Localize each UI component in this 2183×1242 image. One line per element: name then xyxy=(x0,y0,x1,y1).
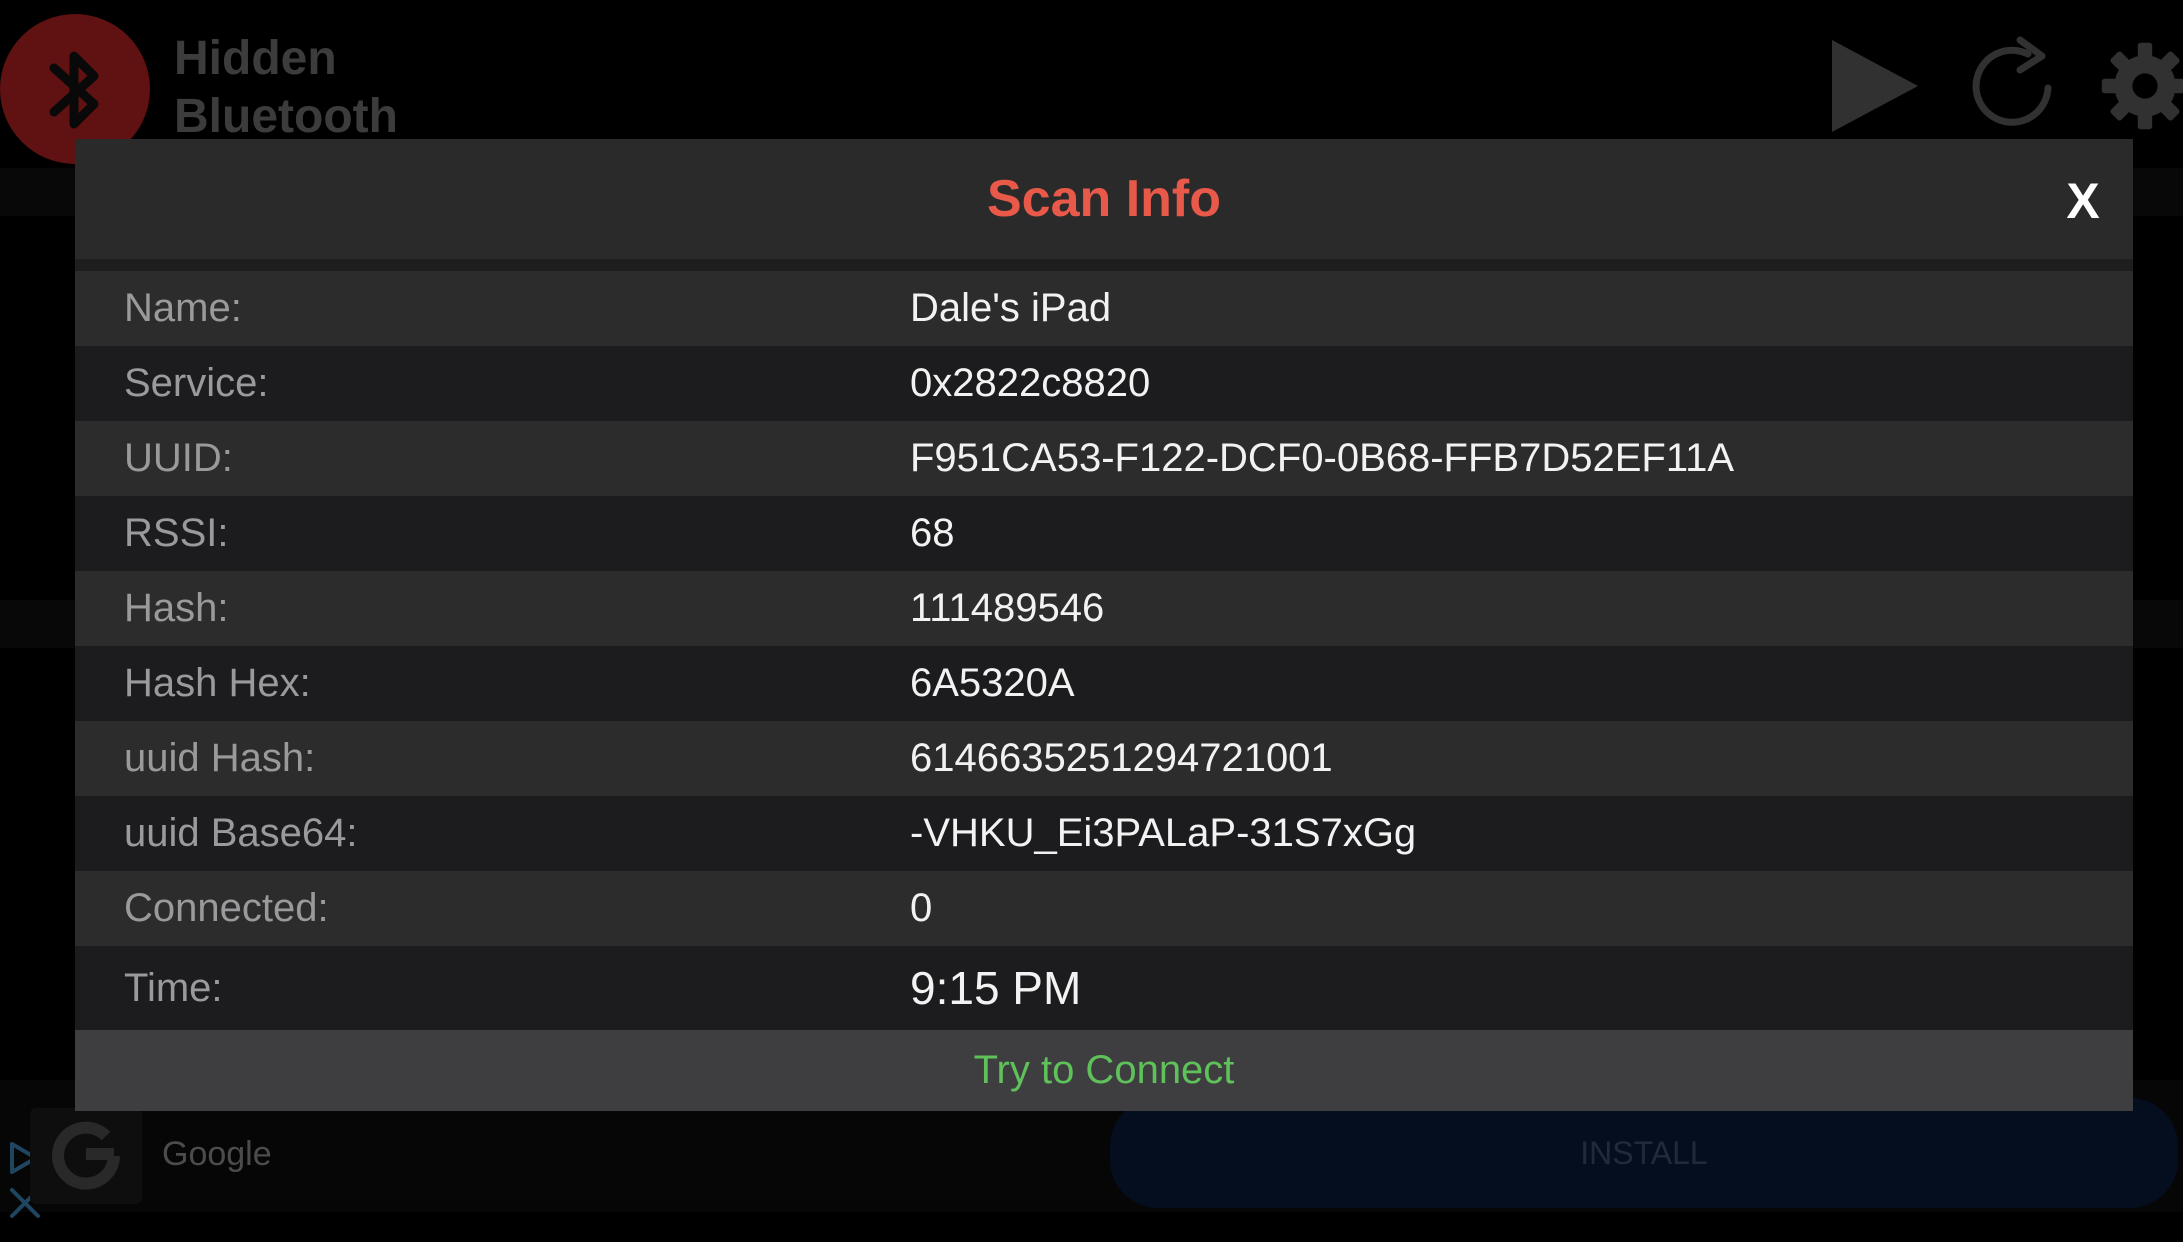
info-value: -VHKU_Ei3PALaP-31S7xGg xyxy=(910,811,1417,855)
info-label: Connected: xyxy=(124,886,329,930)
info-row-service: Service: 0x2822c8820 xyxy=(75,346,2133,421)
info-label: Service: xyxy=(124,361,269,405)
app-screen: Hidden Bluetooth Google INSTALL Scan Inf… xyxy=(0,0,2183,1242)
info-value: 9:15 PM xyxy=(910,962,1082,1014)
info-label: uuid Hash: xyxy=(124,736,316,780)
info-value: 6146635251294721001 xyxy=(910,736,1333,780)
info-row-hash-hex: Hash Hex: 6A5320A xyxy=(75,646,2133,721)
info-label: RSSI: xyxy=(124,511,229,555)
dialog-header: Scan Info X xyxy=(75,139,2133,259)
info-label: Hash: xyxy=(124,586,229,630)
info-value: 0x2822c8820 xyxy=(910,361,1151,405)
info-row-time: Time: 9:15 PM xyxy=(75,946,2133,1030)
info-table: Name: Dale's iPad Service: 0x2822c8820 U… xyxy=(75,271,2133,1030)
info-label: UUID: xyxy=(124,436,233,480)
header-divider xyxy=(75,259,2133,271)
info-row-rssi: RSSI: 68 xyxy=(75,496,2133,571)
info-value: Dale's iPad xyxy=(910,286,1112,330)
info-row-uuid-hash: uuid Hash: 6146635251294721001 xyxy=(75,721,2133,796)
info-row-connected: Connected: 0 xyxy=(75,871,2133,946)
info-row-hash: Hash: 111489546 xyxy=(75,571,2133,646)
scan-info-dialog: Scan Info X Name: Dale's iPad Service: 0… xyxy=(75,139,2133,1111)
info-value: 6A5320A xyxy=(910,661,1075,705)
info-row-uuid: UUID: F951CA53-F122-DCF0-0B68-FFB7D52EF1… xyxy=(75,421,2133,496)
info-label: Time: xyxy=(124,965,223,1010)
dialog-title: Scan Info xyxy=(986,170,1222,228)
info-value: 68 xyxy=(910,511,955,555)
info-label: Name: xyxy=(124,286,242,330)
try-to-connect-button[interactable]: Try to Connect xyxy=(75,1030,2133,1111)
close-button[interactable]: X xyxy=(2053,171,2113,231)
info-row-uuid-base64: uuid Base64: -VHKU_Ei3PALaP-31S7xGg xyxy=(75,796,2133,871)
info-value: 111489546 xyxy=(910,586,1105,630)
info-label: uuid Base64: xyxy=(124,811,358,855)
info-value: 0 xyxy=(910,886,933,930)
info-value: F951CA53-F122-DCF0-0B68-FFB7D52EF11A xyxy=(910,436,1735,480)
info-row-name: Name: Dale's iPad xyxy=(75,271,2133,346)
info-label: Hash Hex: xyxy=(124,661,311,705)
